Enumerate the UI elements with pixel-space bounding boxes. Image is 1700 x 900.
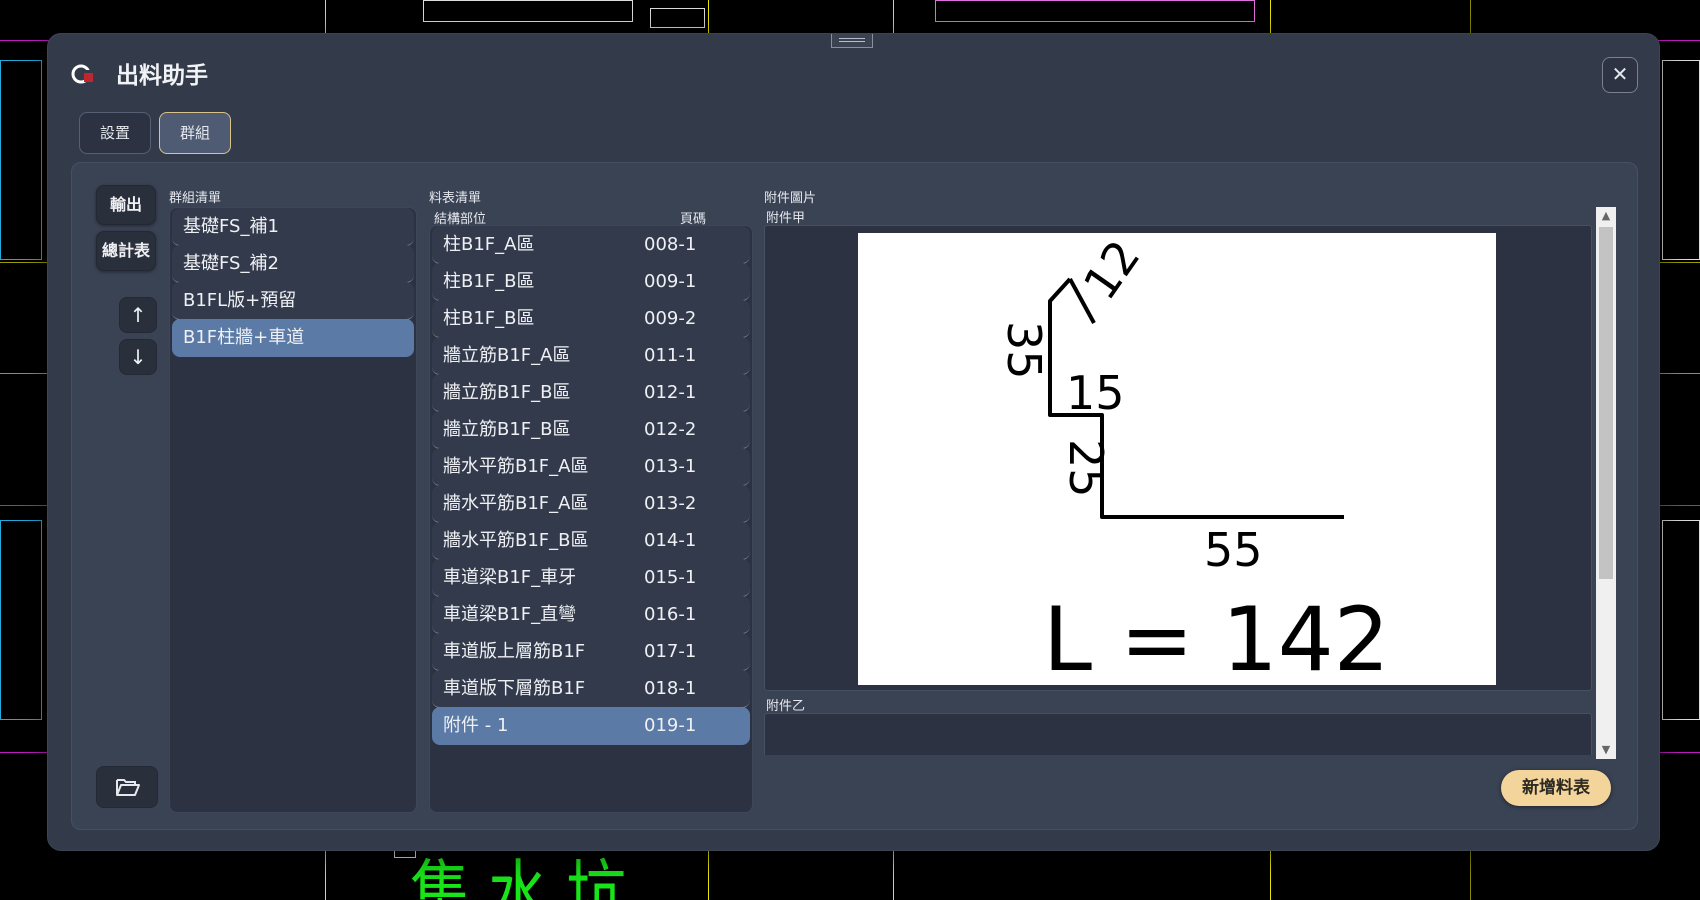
row-page: 013-1 [644, 456, 697, 477]
dim-mid: 15 [1066, 366, 1125, 420]
row-part: 車道版上層筋B1F [443, 641, 586, 662]
app-logo-icon [71, 64, 94, 84]
cad-box [935, 0, 1255, 22]
row-page: 017-1 [644, 641, 697, 662]
table-row[interactable]: 牆立筋B1F_B區 012-2 [432, 411, 750, 449]
table-row[interactable]: 柱B1F_B區 009-2 [432, 300, 750, 338]
table-row[interactable]: 車道版上層筋B1F 017-1 [432, 633, 750, 671]
cad-box [0, 520, 42, 720]
table-row[interactable]: 牆水平筋B1F_A區 013-1 [432, 448, 750, 486]
material-assistant-dialog: 出料助手 ✕ 設置 群組 輸出 總計表 ↑ ↓ 群組清單 料表清單 附件圖片 結… [47, 33, 1660, 851]
row-part: 牆立筋B1F_B區 [443, 419, 571, 440]
group-item[interactable]: B1FL版+預留 [172, 282, 414, 320]
row-page: 009-1 [644, 271, 697, 292]
cad-box [1662, 520, 1700, 720]
row-page: 012-1 [644, 382, 697, 403]
row-page: 011-1 [644, 345, 697, 366]
attachment-panel: 附件甲 12 35 15 25 55 L = 142 附件乙 [764, 207, 1614, 755]
dim-lower: 25 [1059, 439, 1113, 498]
table-row-selected[interactable]: 附件 - 1 019-1 [432, 707, 750, 745]
rebar-bend-drawing: 12 35 15 25 55 L = 142 [997, 230, 1390, 691]
scroll-up-icon[interactable]: ▲ [1596, 207, 1616, 225]
row-page: 012-2 [644, 419, 697, 440]
length-label: L = 142 [1043, 588, 1390, 685]
cad-box [650, 8, 705, 28]
row-part: 牆立筋B1F_B區 [443, 382, 571, 403]
row-page: 018-1 [644, 678, 697, 699]
row-part: 柱B1F_A區 [443, 234, 535, 255]
dim-left: 35 [997, 321, 1051, 380]
group-list-title: 群組清單 [169, 191, 222, 206]
row-part: 車道梁B1F_直彎 [443, 604, 577, 625]
table-row[interactable]: 牆立筋B1F_A區 011-1 [432, 337, 750, 375]
attachment-a-box: 12 35 15 25 55 L = 142 [764, 225, 1592, 691]
add-material-sheet-button[interactable]: 新增料表 [1501, 770, 1611, 806]
dim-top: 12 [1073, 233, 1151, 309]
row-page: 015-1 [644, 567, 697, 588]
row-part: 柱B1F_B區 [443, 308, 535, 329]
row-part: 車道版下層筋B1F [443, 678, 586, 699]
attachment-a-label: 附件甲 [766, 211, 806, 226]
row-part: 附件 - 1 [443, 715, 509, 736]
row-page: 014-1 [644, 530, 697, 551]
table-row[interactable]: 牆立筋B1F_B區 012-1 [432, 374, 750, 412]
group-item[interactable]: 基礎FS_補2 [172, 245, 414, 283]
table-row[interactable]: 牆水平筋B1F_A區 013-2 [432, 485, 750, 523]
table-row[interactable]: 柱B1F_A區 008-1 [432, 226, 750, 264]
app-title: 出料助手 [116, 63, 208, 89]
summary-button[interactable]: 總計表 [96, 231, 156, 271]
cad-box [423, 0, 633, 22]
row-page: 009-2 [644, 308, 697, 329]
attachments-title: 附件圖片 [764, 191, 817, 206]
row-part: 車道梁B1F_車牙 [443, 567, 577, 588]
group-item[interactable]: 基礎FS_補1 [172, 208, 414, 246]
table-row[interactable]: 車道梁B1F_直彎 016-1 [432, 596, 750, 634]
scroll-thumb[interactable] [1599, 227, 1613, 579]
table-row[interactable]: 柱B1F_B區 009-1 [432, 263, 750, 301]
table-row[interactable]: 車道梁B1F_車牙 015-1 [432, 559, 750, 597]
attachment-a-image[interactable]: 12 35 15 25 55 L = 142 [858, 230, 1496, 691]
row-page: 013-2 [644, 493, 697, 514]
groups-content: 輸出 總計表 ↑ ↓ 群組清單 料表清單 附件圖片 結構部位 頁碼 基礎FS_補… [71, 162, 1638, 830]
dim-bottom: 55 [1204, 523, 1263, 577]
drag-handle[interactable] [831, 34, 873, 48]
tab-settings[interactable]: 設置 [79, 112, 151, 154]
move-up-button[interactable]: ↑ [119, 297, 157, 333]
row-part: 牆水平筋B1F_B區 [443, 530, 589, 551]
row-part: 牆水平筋B1F_A區 [443, 456, 589, 477]
attachment-b-label: 附件乙 [766, 699, 806, 714]
group-item-selected[interactable]: B1F柱牆+車道 [172, 319, 414, 357]
table-row[interactable]: 車道版下層筋B1F 018-1 [432, 670, 750, 708]
row-part: 柱B1F_B區 [443, 271, 535, 292]
material-list-title: 料表清單 [429, 191, 482, 206]
row-part: 牆水平筋B1F_A區 [443, 493, 589, 514]
group-list: 基礎FS_補1 基礎FS_補2 B1FL版+預留 B1F柱牆+車道 [169, 207, 417, 813]
move-down-button[interactable]: ↓ [119, 339, 157, 375]
tab-groups[interactable]: 群組 [159, 112, 231, 154]
row-page: 016-1 [644, 604, 697, 625]
row-page: 019-1 [644, 715, 697, 736]
attachment-b-box [764, 713, 1592, 755]
folder-open-icon [116, 779, 140, 796]
scroll-down-icon[interactable]: ▼ [1596, 741, 1616, 759]
cad-box [1662, 60, 1700, 260]
table-row[interactable]: 牆水平筋B1F_B區 014-1 [432, 522, 750, 560]
row-part: 牆立筋B1F_A區 [443, 345, 571, 366]
close-button[interactable]: ✕ [1602, 57, 1638, 93]
export-button[interactable]: 輸出 [96, 185, 156, 225]
material-list: 柱B1F_A區 008-1 柱B1F_B區 009-1 柱B1F_B區 009-2 牆… [429, 225, 753, 813]
attachments-scrollbar[interactable]: ▲ ▼ [1596, 207, 1616, 759]
cad-box [0, 60, 42, 260]
row-page: 008-1 [644, 234, 697, 255]
open-folder-button[interactable] [96, 766, 158, 808]
